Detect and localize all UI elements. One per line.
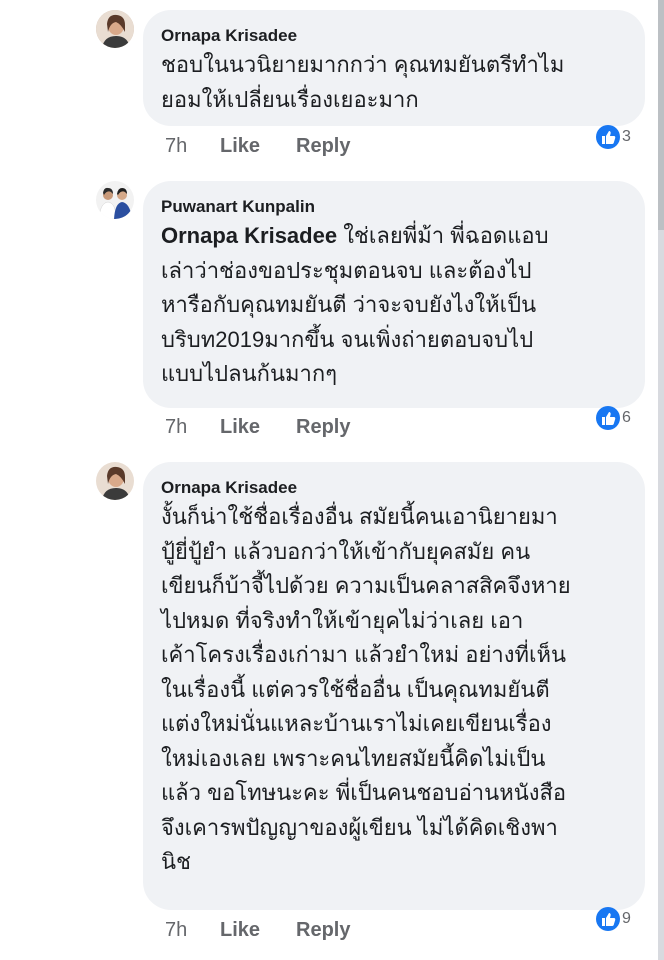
comment-line: จึงเคารพปัญญาของผู้เขียน ไม่ได้คิดเชิงพา [161,814,558,840]
reaction-count[interactable]: 3 [596,124,631,150]
mention-link[interactable]: Ornapa Krisadee [161,223,337,248]
thumbs-up-icon [596,907,620,931]
reply-button[interactable]: Reply [296,413,350,441]
like-button[interactable]: Like [220,132,296,160]
avatar[interactable] [96,181,134,219]
reaction-number: 6 [622,409,631,426]
avatar[interactable] [96,10,134,48]
author-name[interactable]: Ornapa Krisadee [161,476,627,500]
comment-line: ปู้ยี่ปู้ยำ แล้วบอกว่าให้เข้ากับยุคสมัย … [161,538,531,564]
comment-line: ใหม่เองเลย เพราะคนไทยสมัยนี้คิดไม่เป็น [161,745,546,771]
thumbs-up-icon [596,406,620,430]
comment-bubble: Ornapa Krisadee งั้นก็น่าใช้ชื่อเรื่องอื… [143,462,645,910]
author-name[interactable]: Puwanart Kunpalin [161,195,627,219]
reaction-number: 3 [622,128,631,145]
comment-line: เขียนก็บ้าจี้ไปด้วย ความเป็นคลาสสิคจึงหา… [161,573,571,598]
comment-line: แล้ว ขอโทษนะคะ พี่เป็นคนชอบอ่านหนังสือ [161,780,567,805]
comment-text: Ornapa Krisadee ใช่เลยพี่ม้า พี่ฉอดแอบ เ… [161,219,627,392]
comment-line: หารือกับคุณทมยันตี ว่าจะจบยังไงให้เป็น [161,292,537,317]
comment-text: ชอบในนวนิยายมากกว่า คุณทมยันตรีทำไม ยอมใ… [161,48,627,117]
comment-line: แต่งใหม่นั่นแหละบ้านเราไม่เคยเขียนเรื่อง [161,711,552,736]
comment-line: นิช [161,849,191,874]
comment-bubble: Puwanart Kunpalin Ornapa Krisadee ใช่เลย… [143,181,645,408]
profile-photo-woman-icon [96,10,134,48]
like-button[interactable]: Like [220,916,296,944]
comment-actions: 7h Like Reply [165,132,350,160]
reaction-count[interactable]: 6 [596,405,631,431]
comment-line: บริบท2019มากขึ้น จนเพิ่งถ่ายตอบจบไป [161,326,534,352]
like-button[interactable]: Like [220,413,296,441]
comment-line: เล่าว่าช่องขอประชุมตอนจบ และต้องไป [161,257,532,283]
comment-line: ในเรื่องนี้ แต่ควรใช้ชื่ออื่น เป็นคุณทมย… [161,676,550,702]
timestamp[interactable]: 7h [165,413,220,441]
profile-photo-group-icon [96,181,134,219]
reply-button[interactable]: Reply [296,132,350,160]
comment-line: แบบไปลนก้นมากๆ [161,361,338,386]
comment-actions: 7h Like Reply [165,916,350,944]
avatar[interactable] [96,462,134,500]
reaction-count[interactable]: 9 [596,906,631,932]
comment-line: ชอบในนวนิยายมากกว่า คุณทมยันตรีทำไม [161,52,565,77]
comment-line-text: ใช่เลยพี่ม้า พี่ฉอดแอบ [337,223,549,248]
comment-text: งั้นก็น่าใช้ชื่อเรื่องอื่น สมัยนี้คนเอาน… [161,500,627,880]
timestamp[interactable]: 7h [165,132,220,160]
timestamp[interactable]: 7h [165,916,220,944]
comment-line: ยอมให้เปลี่ยนเรื่องเยอะมาก [161,86,419,112]
thumbs-up-icon [596,125,620,149]
comment-line: เค้าโครงเรื่องเก่ามา แล้วยำใหม่ อย่างที่… [161,642,567,667]
reply-button[interactable]: Reply [296,916,350,944]
profile-photo-woman-icon [96,462,134,500]
scrollbar-thumb[interactable] [658,0,664,230]
author-name[interactable]: Ornapa Krisadee [161,24,627,48]
comment-line: ไปหมด ที่จริงทำให้เข้ายุคไม่ว่าเลย เอา [161,607,524,633]
comment-line: งั้นก็น่าใช้ชื่อเรื่องอื่น สมัยนี้คนเอาน… [161,504,558,529]
comment-actions: 7h Like Reply [165,413,350,441]
reaction-number: 9 [622,910,631,927]
comment-bubble: Ornapa Krisadee ชอบในนวนิยายมากกว่า คุณท… [143,10,645,126]
comment-line: Ornapa Krisadee ใช่เลยพี่ม้า พี่ฉอดแอบ [161,219,627,254]
